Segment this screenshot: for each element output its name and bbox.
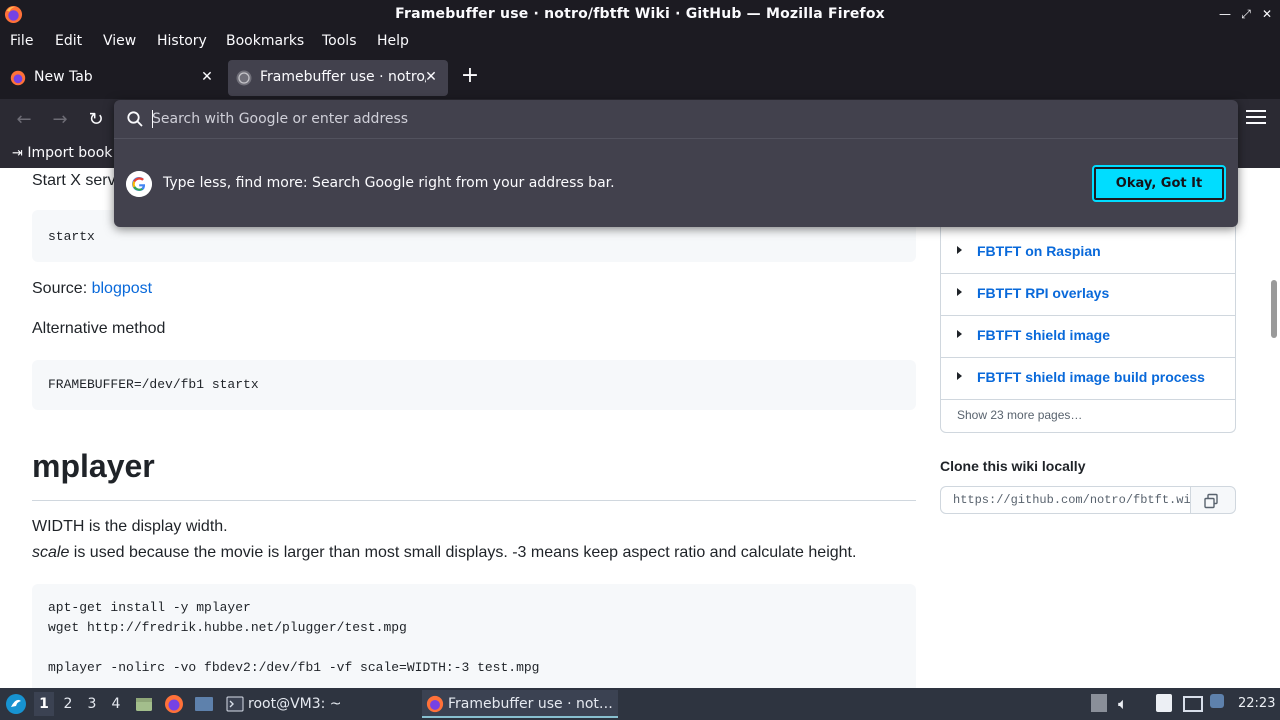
clone-url-box: https://github.com/notro/fbtft.wiki.git <box>940 486 1236 514</box>
search-icon <box>127 111 143 127</box>
tab-label: Framebuffer use · notro/fb <box>260 69 426 85</box>
clone-wiki-title: Clone this wiki locally <box>940 458 1086 474</box>
sidebar-item-fbtft-raspian[interactable]: FBTFT on Raspian <box>941 232 1235 274</box>
window-title: Framebuffer use · notro/fbtft Wiki · Git… <box>395 6 885 22</box>
width-text: WIDTH is the display width. <box>32 518 228 535</box>
menu-history[interactable]: History <box>157 33 207 49</box>
sidebar-item-fbtft-shield-image[interactable]: FBTFT shield image <box>941 316 1235 358</box>
alternative-method-text: Alternative method <box>32 320 166 337</box>
page-scrollbar[interactable] <box>1268 168 1280 688</box>
copy-icon[interactable] <box>1203 493 1219 509</box>
sidebar-link[interactable]: FBTFT RPI overlays <box>977 285 1109 301</box>
taskbar: 1 2 3 4 root@VM3: ~ Framebuffer use · no… <box>0 688 1280 720</box>
code-line: apt-get install -y mplayer <box>48 600 251 615</box>
tab-framebuffer[interactable]: Framebuffer use · notro/fb ✕ <box>228 60 448 96</box>
tab-close-icon[interactable]: ✕ <box>198 68 216 86</box>
firefox-launcher-icon[interactable] <box>164 694 184 714</box>
clone-url-input[interactable]: https://github.com/notro/fbtft.wiki.git <box>941 487 1191 513</box>
text-cursor <box>152 110 153 128</box>
scale-text: is used because the movie is larger than… <box>69 544 857 561</box>
tab-bar: New Tab ✕ Framebuffer use · notro/fb ✕ <box>0 56 1280 99</box>
google-logo-icon <box>126 171 152 197</box>
sidebar-link[interactable]: FBTFT shield image build process <box>977 369 1205 385</box>
caret-right-icon[interactable] <box>957 288 962 296</box>
window-titlebar: Framebuffer use · notro/fbtft Wiki · Git… <box>0 0 1280 29</box>
minimize-icon[interactable]: — <box>1216 5 1234 23</box>
address-input[interactable] <box>152 108 1222 130</box>
forward-arrow-icon[interactable]: → <box>49 109 71 131</box>
app-menu-icon[interactable] <box>1246 110 1266 128</box>
maximize-icon[interactable]: ⤢ <box>1237 5 1255 23</box>
caret-right-icon[interactable] <box>957 330 962 338</box>
start-x-text: Start X serv <box>32 172 116 189</box>
tab-close-icon[interactable]: ✕ <box>422 68 440 86</box>
code-line: mplayer -nolirc -vo fbdev2:/dev/fb1 -vf … <box>48 660 540 675</box>
new-tab-plus-icon[interactable]: + <box>458 65 482 89</box>
menu-edit[interactable]: Edit <box>55 33 82 49</box>
sidebar-item-fbtft-rpi-overlays[interactable]: FBTFT RPI overlays <box>941 274 1235 316</box>
task-label: Framebuffer use · not… <box>448 696 613 712</box>
menu-help[interactable]: Help <box>377 33 409 49</box>
sidebar-item-fbtft-shield-build[interactable]: FBTFT shield image build process <box>941 358 1235 400</box>
import-icon: ⇥ <box>12 146 23 161</box>
firefox-task-icon <box>426 695 444 713</box>
caret-right-icon[interactable] <box>957 372 962 380</box>
page-content: Start X serv startx Source: blogpost Alt… <box>0 168 1280 688</box>
task-terminal[interactable]: root@VM3: ~ <box>222 690 412 718</box>
caret-right-icon[interactable] <box>957 246 962 254</box>
scrollbar-thumb[interactable] <box>1271 280 1277 338</box>
blogpost-link[interactable]: blogpost <box>92 280 153 297</box>
workspace-4[interactable]: 4 <box>106 696 126 712</box>
code-block-framebuffer: FRAMEBUFFER=/dev/fb1 startx <box>32 360 916 410</box>
workspace-2[interactable]: 2 <box>58 696 78 712</box>
menu-view[interactable]: View <box>103 33 136 49</box>
address-bar-panel: Type less, find more: Search Google righ… <box>114 100 1238 227</box>
volume-icon[interactable]: 🔈︎ <box>1118 694 1138 714</box>
code-line: startx <box>48 229 95 244</box>
scale-word: scale <box>32 544 70 561</box>
desktop-icon[interactable] <box>194 694 214 714</box>
start-menu-icon[interactable] <box>5 693 27 715</box>
clock: 22:23 <box>1238 696 1276 711</box>
back-arrow-icon[interactable]: ← <box>13 109 35 131</box>
search-tip-text: Type less, find more: Search Google righ… <box>163 175 615 191</box>
source-label: Source: <box>32 280 88 297</box>
tray-up-icon[interactable] <box>1091 694 1107 712</box>
close-window-icon[interactable]: ✕ <box>1258 5 1276 23</box>
network-icon[interactable] <box>1183 696 1203 712</box>
import-bookmarks-label: Import book <box>27 145 113 161</box>
wiki-pages-list: FBTFT on Raspian FBTFT RPI overlays FBTF… <box>940 218 1236 433</box>
import-bookmarks-button[interactable]: ⇥ Import book <box>12 145 112 161</box>
sidebar-link[interactable]: FBTFT on Raspian <box>977 243 1101 259</box>
terminal-icon <box>226 696 244 712</box>
task-firefox[interactable]: Framebuffer use · not… <box>422 690 618 718</box>
code-block-mplayer: apt-get install -y mplayer wget http://f… <box>32 584 916 688</box>
menu-bookmarks[interactable]: Bookmarks <box>226 33 304 49</box>
notification-icon[interactable] <box>1210 694 1224 708</box>
menu-file[interactable]: File <box>10 33 33 49</box>
task-label: root@VM3: ~ <box>248 696 342 712</box>
tab-new-tab[interactable]: New Tab ✕ <box>2 60 222 96</box>
show-more-pages-link[interactable]: Show 23 more pages… <box>957 408 1082 422</box>
source-line: Source: blogpost <box>32 280 152 298</box>
heading-mplayer: mplayer <box>32 448 155 484</box>
okay-got-it-button[interactable]: Okay, Got It <box>1092 165 1226 202</box>
reload-icon[interactable]: ↻ <box>85 109 107 131</box>
menu-bar: File Edit View History Bookmarks Tools H… <box>0 29 1280 56</box>
workspace-1[interactable]: 1 <box>34 692 54 716</box>
code-line: wget http://fredrik.hubbe.net/plugger/te… <box>48 620 407 635</box>
workspace-3[interactable]: 3 <box>82 696 102 712</box>
scale-paragraph: scale is used because the movie is large… <box>32 544 856 562</box>
firefox-tab-icon <box>10 70 26 86</box>
clipboard-icon[interactable] <box>1156 694 1172 712</box>
heading-divider <box>32 500 916 501</box>
menu-tools[interactable]: Tools <box>322 33 357 49</box>
tab-label: New Tab <box>34 69 93 85</box>
code-line: FRAMEBUFFER=/dev/fb1 startx <box>48 377 259 392</box>
github-icon <box>236 70 252 86</box>
file-manager-icon[interactable] <box>134 694 154 714</box>
address-divider <box>114 138 1238 139</box>
sidebar-link[interactable]: FBTFT shield image <box>977 327 1110 343</box>
